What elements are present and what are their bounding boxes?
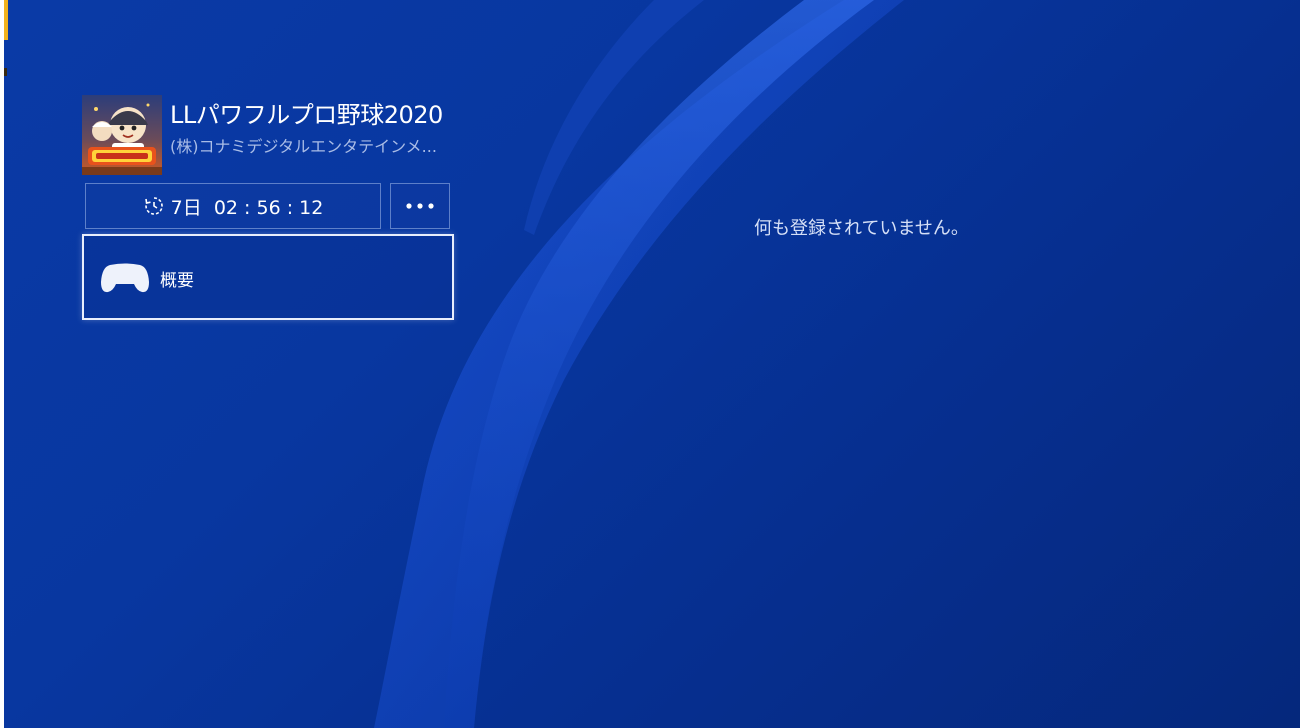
game-cover-art[interactable] xyxy=(82,95,162,175)
menu-item-overview[interactable]: 概要 xyxy=(82,234,454,320)
window-edge-mark xyxy=(4,68,7,76)
menu-item-label: 概要 xyxy=(160,271,194,291)
game-publisher: (株)コナミデジタルエンタテインメ... xyxy=(170,137,437,156)
trial-timer-label: 7日 02 : 56 : 12 xyxy=(170,196,324,219)
controller-icon xyxy=(101,263,149,293)
game-header: LLパワフルプロ野球2020 (株)コナミデジタルエンタテインメ... xyxy=(82,95,462,177)
more-options-button[interactable] xyxy=(390,183,450,229)
game-title: LLパワフルプロ野球2020 xyxy=(170,101,443,129)
ellipsis-icon xyxy=(406,203,434,209)
empty-content-message: 何も登録されていません。 xyxy=(754,218,969,239)
ps4-game-hub-screen: LLパワフルプロ野球2020 (株)コナミデジタルエンタテインメ... 7日 0… xyxy=(4,0,1300,728)
trial-timer-button[interactable]: 7日 02 : 56 : 12 xyxy=(85,183,381,229)
game-cover-icon xyxy=(82,103,162,175)
stopwatch-icon xyxy=(144,197,163,215)
window-edge-accent xyxy=(4,0,8,40)
